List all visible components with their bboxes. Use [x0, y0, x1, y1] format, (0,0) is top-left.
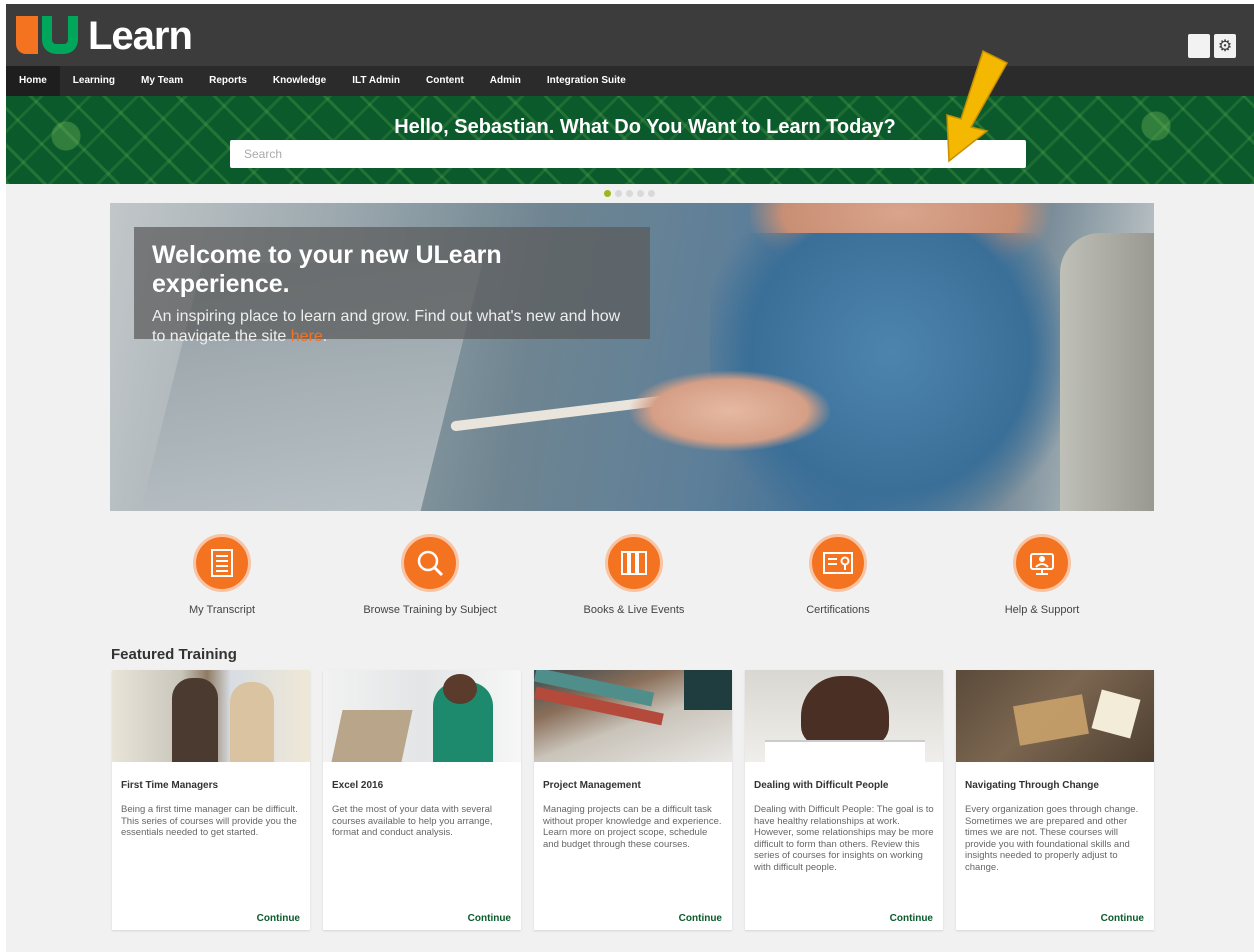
training-card-first-time-managers[interactable]: First Time Managers Being a first time m…: [112, 670, 310, 930]
help-icon: [1013, 534, 1071, 592]
quick-link-label: My Transcript: [188, 604, 255, 616]
quick-link-label: Books & Live Events: [583, 604, 685, 616]
nav-item-integration-suite[interactable]: Integration Suite: [534, 66, 639, 96]
hero-here-link[interactable]: here: [291, 328, 323, 345]
nav-item-ilt-admin[interactable]: ILT Admin: [339, 66, 413, 96]
continue-button[interactable]: Continue: [679, 913, 722, 924]
carousel-dots: [604, 190, 655, 197]
continue-button[interactable]: Continue: [890, 913, 933, 924]
carousel-dot-4[interactable]: [637, 190, 644, 197]
carousel-dot-2[interactable]: [615, 190, 622, 197]
card-description: Get the most of your data with several c…: [332, 804, 493, 838]
continue-button[interactable]: Continue: [1101, 913, 1144, 924]
u-logo-icon: [16, 16, 78, 56]
search-icon: [401, 534, 459, 592]
banner-greeting: Hello, Sebastian. What Do You Want to Le…: [394, 116, 896, 138]
quick-link-certifications[interactable]: Certifications: [738, 534, 938, 616]
hero-photo-hand: [630, 371, 830, 451]
quick-link-label: Help & Support: [1004, 604, 1080, 616]
card-description: Being a first time manager can be diffic…: [121, 804, 298, 838]
nav-item-home[interactable]: Home: [6, 66, 60, 96]
training-card-navigating-through-change[interactable]: Navigating Through Change Every organiza…: [956, 670, 1154, 930]
logo-text: Learn: [88, 13, 193, 58]
nav-item-reports[interactable]: Reports: [196, 66, 260, 96]
certificate-icon: [809, 534, 867, 592]
app-frame: Learn ⚙ Home Learning My Team Reports Kn…: [6, 4, 1254, 952]
hero-text-body: An inspiring place to learn and grow. Fi…: [152, 308, 621, 345]
quick-link-help-support[interactable]: Help & Support: [942, 534, 1142, 616]
hero-title: Welcome to your new ULearn experience.: [152, 241, 502, 298]
nav-item-knowledge[interactable]: Knowledge: [260, 66, 339, 96]
quick-link-label: Certifications: [806, 604, 870, 616]
ulearn-logo[interactable]: Learn: [16, 13, 193, 58]
card-image: [745, 670, 943, 762]
nav-item-learning[interactable]: Learning: [60, 66, 128, 96]
main-nav: Home Learning My Team Reports Knowledge …: [6, 66, 1254, 96]
nav-item-admin[interactable]: Admin: [477, 66, 534, 96]
carousel-dot-5[interactable]: [648, 190, 655, 197]
hero-text-end: .: [322, 328, 328, 345]
card-image: [956, 670, 1154, 762]
card-title: Project Management: [543, 780, 641, 791]
card-image: [112, 670, 310, 762]
hero-text: An inspiring place to learn and grow. Fi…: [152, 307, 632, 347]
hero-carousel-slide[interactable]: Welcome to your new ULearn experience. A…: [110, 203, 1154, 511]
continue-button[interactable]: Continue: [257, 913, 300, 924]
quick-link-browse-training[interactable]: Browse Training by Subject: [330, 534, 530, 616]
card-description: Managing projects can be a difficult tas…: [543, 804, 722, 850]
quick-link-books-live-events[interactable]: Books & Live Events: [534, 534, 734, 616]
quick-link-label: Browse Training by Subject: [363, 604, 497, 616]
card-image: [534, 670, 732, 762]
header-blank-button[interactable]: [1188, 34, 1210, 58]
top-header: Learn ⚙: [6, 4, 1254, 66]
card-image: [323, 670, 521, 762]
hero-photo-sweater: [1060, 233, 1154, 511]
quick-link-my-transcript[interactable]: My Transcript: [122, 534, 322, 616]
card-title: First Time Managers: [121, 780, 219, 791]
card-description: Dealing with Difficult People: The goal …: [754, 804, 934, 873]
books-icon: [605, 534, 663, 592]
nav-item-my-team[interactable]: My Team: [128, 66, 196, 96]
quick-links: My Transcript Browse Training by Subject…: [110, 534, 1154, 624]
carousel-dot-1[interactable]: [604, 190, 611, 197]
carousel-dot-3[interactable]: [626, 190, 633, 197]
training-card-dealing-with-difficult-people[interactable]: Dealing with Difficult People Dealing wi…: [745, 670, 943, 930]
hero-caption: Welcome to your new ULearn experience. A…: [134, 227, 650, 345]
nav-item-content[interactable]: Content: [413, 66, 477, 96]
continue-button[interactable]: Continue: [468, 913, 511, 924]
training-card-project-management[interactable]: Project Management Managing projects can…: [534, 670, 732, 930]
card-title: Excel 2016: [332, 780, 384, 791]
gear-icon[interactable]: ⚙: [1214, 34, 1236, 58]
search-input[interactable]: [230, 140, 1026, 168]
card-description: Every organization goes through change. …: [965, 804, 1139, 873]
card-title: Dealing with Difficult People: [754, 780, 889, 791]
annotation-arrow-icon: [946, 49, 1009, 163]
card-title: Navigating Through Change: [965, 780, 1099, 791]
featured-training-heading: Featured Training: [111, 646, 237, 663]
transcript-icon: [193, 534, 251, 592]
training-card-excel-2016[interactable]: Excel 2016 Get the most of your data wit…: [323, 670, 521, 930]
